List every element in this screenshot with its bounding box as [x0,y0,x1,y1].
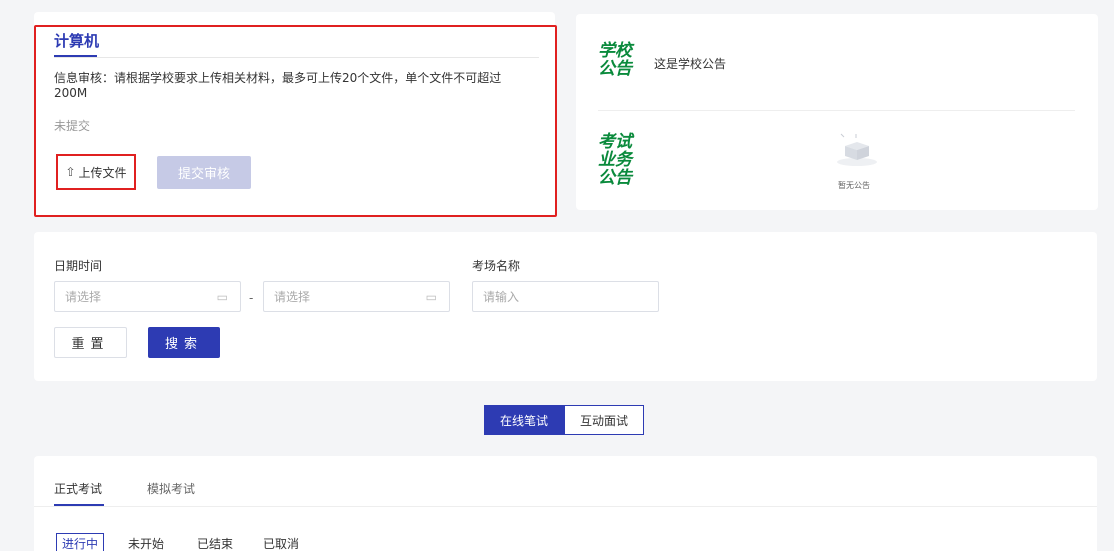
upload-file-label: 上传文件 [78,165,127,180]
interview-toggle[interactable]: 互动面试 [564,405,644,435]
submit-review-button[interactable]: 提交审核 [157,156,251,189]
calendar-icon: ▭ [425,290,437,304]
calendar-icon: ▭ [216,290,228,304]
notice-divider [598,110,1075,111]
info-description: 信息审核：请根据学校要求上传相关材料，最多可上传20个文件，单个文件不可超过20… [54,71,502,100]
status-tab-ongoing[interactable]: 进行中 [56,533,105,551]
tab-divider [34,506,1097,507]
room-name-input[interactable]: 请输入 [472,281,659,312]
submission-status: 未提交 [54,119,91,133]
school-tag-line: 公告 [598,59,632,79]
empty-box-icon [837,133,877,166]
tab-formal-exam[interactable]: 正式考试 [54,480,102,497]
start-date-input[interactable]: 请选择 ▭ [54,281,241,312]
notice-card [576,14,1098,210]
exam-tag-line: 考试 [598,132,632,152]
tab-mock-exam[interactable]: 模拟考试 [147,480,195,497]
reset-button[interactable]: 重置 [54,327,127,358]
upload-icon: ⇧ [65,165,76,179]
subject-tab[interactable]: 计算机 [54,30,99,51]
school-notice-text[interactable]: 这是学校公告 [654,55,726,72]
search-button[interactable]: 搜索 [148,327,220,358]
tab-divider [54,57,539,58]
online-exam-toggle[interactable]: 在线笔试 [484,405,564,435]
empty-notice-text: 暂无公告 [838,181,870,190]
exam-tag-line: 业务 [598,150,632,170]
upload-file-button[interactable]: ⇧ 上传文件 [56,154,136,190]
range-separator: - [249,291,254,305]
status-tab-ended[interactable]: 已结束 [197,535,233,551]
start-date-placeholder: 请选择 [65,290,102,304]
date-label: 日期时间 [54,259,103,273]
exam-list-card [34,456,1097,551]
room-label: 考场名称 [472,259,521,273]
school-notice-tag: 学校 公告 [598,42,632,78]
status-tab-cancelled[interactable]: 已取消 [263,535,299,551]
exam-notice-tag: 考试 业务 公告 [598,133,632,187]
status-tab-not-started[interactable]: 未开始 [128,535,164,551]
room-name-placeholder: 请输入 [483,290,520,304]
end-date-input[interactable]: 请选择 ▭ [263,281,450,312]
end-date-placeholder: 请选择 [274,290,311,304]
school-tag-line: 学校 [598,41,632,61]
exam-tag-line: 公告 [598,168,632,188]
